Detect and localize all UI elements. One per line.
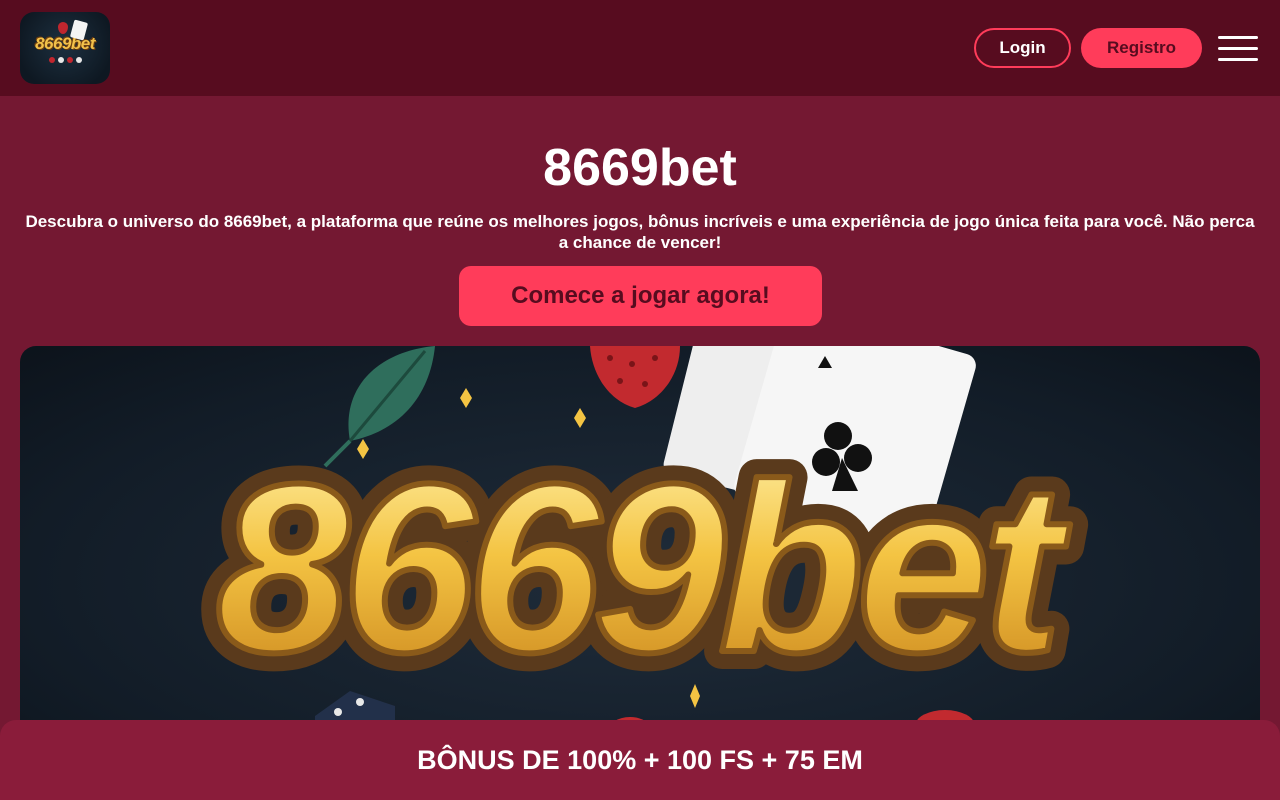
svg-text:8669bet: 8669bet: [216, 434, 1071, 702]
start-playing-button[interactable]: Comece a jogar agora!: [459, 266, 822, 326]
header-actions: Login Registro: [974, 28, 1260, 68]
hero-description: Descubra o universo do 8669bet, a plataf…: [25, 212, 1255, 252]
register-button[interactable]: Registro: [1081, 28, 1202, 68]
strawberry-icon: [58, 22, 68, 34]
bonus-text: BÔNUS DE 100% + 100 FS + 75 EM: [417, 744, 863, 775]
site-logo[interactable]: 8669bet: [20, 12, 110, 84]
page-title: 8669bet: [543, 139, 737, 197]
hero-banner[interactable]: 8669bet 8669bet: [20, 346, 1260, 736]
login-button[interactable]: Login: [974, 28, 1071, 68]
logo-text: 8669bet: [35, 33, 95, 53]
banner-artwork: 8669bet 8669bet: [198, 346, 1097, 736]
hamburger-menu-icon[interactable]: [1218, 28, 1260, 68]
strawberry-icon: [590, 346, 680, 408]
site-header: 8669bet Login Registro: [0, 0, 1280, 96]
bonus-banner[interactable]: BÔNUS DE 100% + 100 FS + 75 EM: [0, 720, 1280, 800]
dice-icon: [48, 56, 82, 63]
